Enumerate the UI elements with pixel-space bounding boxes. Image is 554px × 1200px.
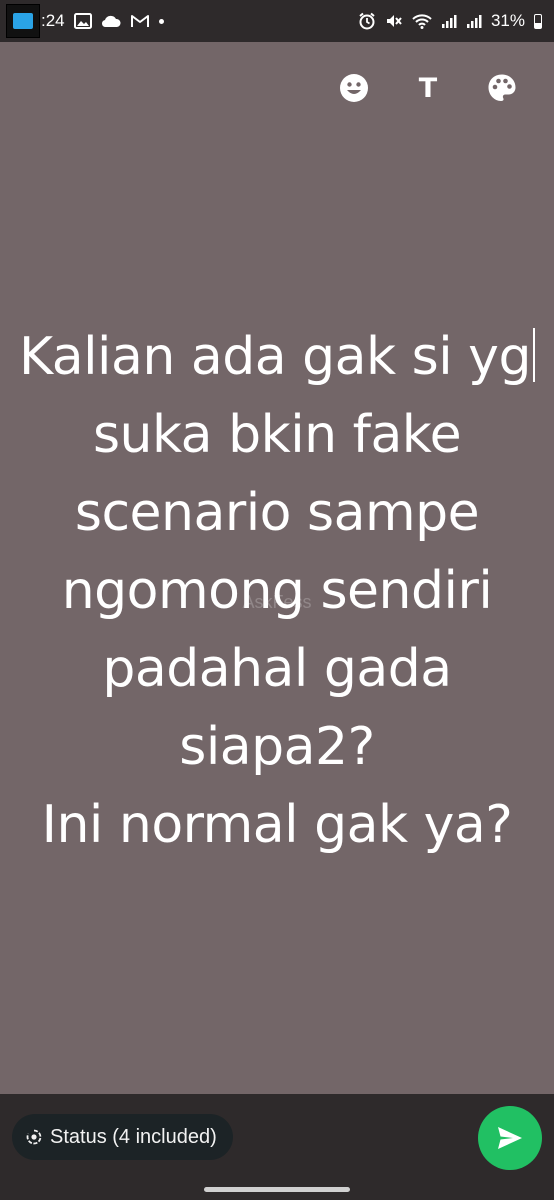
more-notifications-dot-icon	[158, 18, 164, 24]
color-palette-button[interactable]	[486, 70, 518, 106]
emoji-button[interactable]	[338, 70, 370, 106]
wifi-icon	[412, 13, 432, 29]
status-text-editor[interactable]: Kalian ada gak si yg suka bkin fake scen…	[14, 318, 540, 864]
gmail-icon	[130, 14, 150, 28]
cloud-icon	[101, 14, 121, 28]
status-bar-right: 31%	[358, 11, 542, 31]
signal-icon-2	[466, 13, 482, 29]
status-bar: :24 31%	[0, 0, 554, 42]
status-bar-left: :24	[6, 4, 164, 38]
text-line: ngomong sendiri	[61, 561, 493, 621]
gallery-icon	[73, 13, 92, 29]
text-style-button[interactable]: T	[412, 70, 444, 106]
text-line: padahal gada	[102, 639, 452, 699]
app-thumbnail-icon	[6, 4, 40, 38]
signal-icon-1	[441, 13, 457, 29]
status-audience-label: Status (4 included)	[50, 1125, 217, 1148]
status-audience-button[interactable]: Status (4 included)	[12, 1114, 233, 1160]
send-button[interactable]	[478, 1106, 542, 1170]
text-line: Ini normal gak ya?	[41, 795, 513, 855]
editor-toolbar: T	[338, 70, 518, 106]
text-cursor	[532, 328, 535, 382]
text-line: siapa2?	[179, 717, 375, 777]
emoji-icon	[340, 74, 368, 102]
clock: :24	[41, 11, 65, 30]
status-ring-icon	[26, 1129, 42, 1145]
text-line: suka bkin fake	[92, 405, 462, 465]
home-gesture-bar[interactable]	[204, 1187, 350, 1192]
bottom-bar: Status (4 included)	[0, 1094, 554, 1200]
text-line: scenario sampe	[74, 483, 480, 543]
palette-icon	[488, 74, 516, 101]
battery-percent: 31%	[490, 11, 525, 30]
battery-icon	[534, 13, 542, 29]
watermark: AskFess	[242, 592, 312, 612]
text-line: Kalian ada gak si yg	[14, 318, 540, 396]
mute-icon	[385, 12, 403, 30]
send-icon	[498, 1127, 522, 1149]
alarm-icon	[358, 12, 376, 30]
